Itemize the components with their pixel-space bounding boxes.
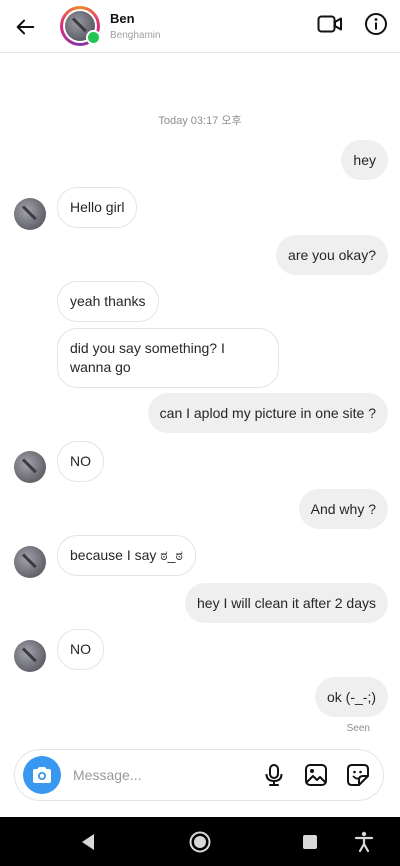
sender-avatar[interactable] bbox=[14, 546, 46, 578]
message-sent[interactable]: ok (-_-;) bbox=[315, 677, 388, 717]
video-call-button[interactable] bbox=[316, 12, 344, 36]
chat-timestamp: Today 03:17 오후 bbox=[158, 115, 242, 127]
accessibility-icon bbox=[354, 831, 374, 853]
contact-name[interactable]: Ben bbox=[110, 11, 135, 26]
message-input[interactable] bbox=[73, 764, 253, 786]
system-home-button[interactable] bbox=[187, 829, 213, 855]
sticker-icon bbox=[347, 764, 369, 786]
circle-home-icon bbox=[189, 831, 211, 853]
message-received[interactable]: did you say something? I wanna go bbox=[57, 328, 279, 388]
chat-header: Ben Benghamin bbox=[0, 0, 400, 53]
accessibility-button[interactable] bbox=[351, 829, 377, 855]
message-sent[interactable]: are you okay? bbox=[276, 235, 388, 275]
message-received[interactable]: NO bbox=[57, 629, 104, 670]
online-status-dot bbox=[86, 30, 101, 45]
info-button[interactable] bbox=[362, 10, 390, 38]
system-nav-bar bbox=[0, 817, 400, 866]
sticker-button[interactable] bbox=[345, 762, 371, 788]
system-back-button[interactable] bbox=[75, 829, 101, 855]
system-recents-button[interactable] bbox=[297, 829, 323, 855]
message-received[interactable]: NO bbox=[57, 441, 104, 482]
info-icon bbox=[365, 13, 387, 35]
gallery-button[interactable] bbox=[303, 762, 329, 788]
message-sent[interactable]: hey bbox=[341, 140, 388, 180]
camera-button[interactable] bbox=[23, 756, 61, 794]
message-received[interactable]: yeah thanks bbox=[57, 281, 159, 322]
arrow-left-icon bbox=[16, 19, 35, 35]
chat-screen: Ben Benghamin Today 03:17 오후 hey Hello g… bbox=[0, 0, 400, 866]
triangle-back-icon bbox=[82, 834, 94, 850]
message-sent[interactable]: can I aplod my picture in one site ? bbox=[147, 393, 388, 433]
image-icon bbox=[305, 764, 327, 786]
sender-avatar[interactable] bbox=[14, 640, 46, 672]
message-received[interactable]: Hello girl bbox=[57, 187, 138, 228]
sender-avatar[interactable] bbox=[14, 451, 46, 483]
message-composer bbox=[14, 749, 384, 801]
square-recents-icon bbox=[303, 835, 317, 849]
microphone-icon bbox=[265, 764, 283, 786]
camera-icon bbox=[33, 767, 51, 783]
message-sent[interactable]: And why ? bbox=[298, 489, 388, 529]
voice-message-button[interactable] bbox=[261, 762, 287, 788]
sender-avatar[interactable] bbox=[14, 198, 46, 230]
video-camera-icon bbox=[317, 15, 342, 33]
seen-indicator: Seen bbox=[346, 723, 370, 734]
contact-username[interactable]: Benghamin bbox=[110, 30, 161, 41]
message-received[interactable]: because I say ಠ_ಠ bbox=[57, 535, 196, 576]
message-sent[interactable]: hey I will clean it after 2 days bbox=[185, 583, 388, 623]
back-button[interactable] bbox=[8, 10, 42, 44]
